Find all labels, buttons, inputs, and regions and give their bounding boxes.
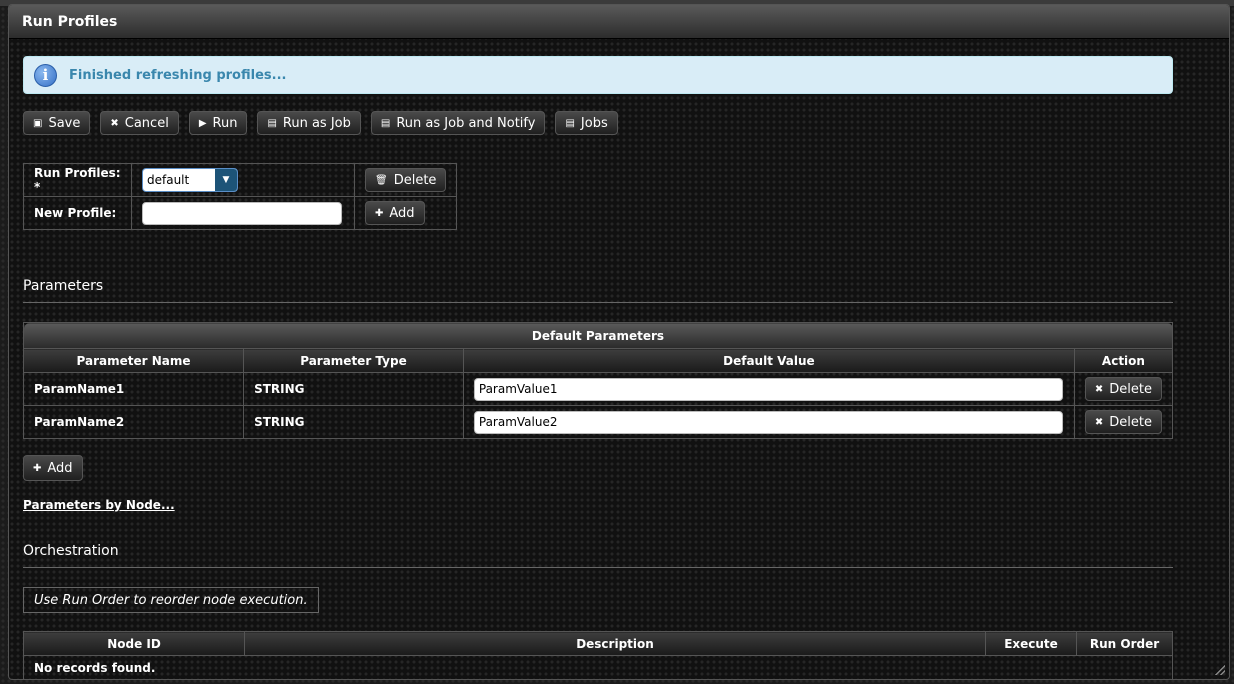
add-profile-label: Add [389,205,415,221]
run-as-job-notify-button[interactable]: ▤ Run as Job and Notify [370,111,546,135]
default-parameters-table: Default Parameters Parameter Name Parame… [22,322,1174,439]
x-icon: ✖ [110,117,119,129]
col-parameter-name[interactable]: Parameter Name [22,348,245,373]
list-icon: ▤ [565,117,575,129]
run-as-job-button-label: Run as Job [282,115,351,131]
profile-select-value: default [147,173,190,187]
param-value-input[interactable] [473,410,1063,434]
info-message-text: Finished refreshing profiles... [69,67,287,83]
dialog-titlebar[interactable]: Run Profiles [9,5,1229,39]
col-execute[interactable]: Execute [985,631,1077,656]
profile-delete-cell: 🗑 Delete [353,163,458,197]
default-parameters-caption: Default Parameters [23,322,1173,349]
col-parameter-type[interactable]: Parameter Type [243,348,464,373]
table-row: ParamName2 STRING ✖ Delete [22,405,1174,439]
run-order-hint: Use Run Order to reorder node execution. [23,587,319,613]
param-type-cell: STRING [243,405,464,439]
plus-icon: ✚ [375,207,384,219]
run-button[interactable]: ▶ Run [188,111,248,135]
action-toolbar: ▣ Save ✖ Cancel ▶ Run ▤ Run as Job ▤ Run… [23,111,618,135]
orchestration-table: Node ID Description Execute Run Order No… [23,631,1173,679]
col-description[interactable]: Description [244,631,986,656]
profile-select-cell: default ▼ [131,163,355,197]
triangle-down-icon[interactable]: ▼ [215,169,237,191]
run-profiles-label: Run Profiles: * [23,163,132,197]
col-default-value[interactable]: Default Value [462,348,1075,373]
jobs-button-label: Jobs [580,115,608,131]
cancel-button[interactable]: ✖ Cancel [100,111,179,135]
col-action[interactable]: Action [1073,348,1174,373]
save-button[interactable]: ▣ Save [23,111,91,135]
x-icon: ✖ [1094,383,1104,395]
profile-select[interactable]: default ▼ [142,168,238,192]
add-profile-button[interactable]: ✚ Add [365,201,425,225]
run-as-job-button[interactable]: ▤ Run as Job [257,111,361,135]
resize-handle-icon[interactable] [1215,665,1225,675]
jobs-button[interactable]: ▤ Jobs [555,111,618,135]
play-icon: ▶ [198,117,207,129]
profile-add-cell: ✚ Add [353,196,458,230]
param-type-cell: STRING [243,372,464,406]
delete-param-label: Delete [1109,414,1152,430]
add-parameter-label: Add [47,460,73,476]
delete-param-button[interactable]: ✖ Delete [1084,410,1162,434]
run-as-job-notify-button-label: Run as Job and Notify [396,115,536,131]
parameters-heading: Parameters [23,278,1173,303]
empty-records-cell: No records found. [23,655,1173,679]
floppy-icon: ▣ [33,117,43,129]
plus-icon: ✚ [33,462,42,474]
param-value-cell [462,405,1075,439]
run-button-label: Run [212,115,238,131]
delete-param-button[interactable]: ✖ Delete [1084,377,1162,401]
list-icon: ▤ [267,117,277,129]
info-icon: i [34,63,57,87]
cancel-button-label: Cancel [124,115,169,131]
x-icon: ✖ [1094,416,1104,428]
save-button-label: Save [48,115,81,131]
run-profiles-dialog: Run Profiles i Finished refreshing profi… [8,4,1230,680]
profile-form: Run Profiles: * default ▼ 🗑 Delete New P… [23,163,458,230]
delete-profile-button[interactable]: 🗑 Delete [365,168,447,192]
dialog-title: Run Profiles [22,13,118,30]
col-run-order[interactable]: Run Order [1076,631,1173,656]
table-row: ParamName1 STRING ✖ Delete [22,372,1174,406]
table-row: No records found. [23,655,1173,679]
param-name-cell: ParamName2 [22,405,245,439]
orchestration-heading: Orchestration [23,543,1173,568]
delete-param-label: Delete [1109,381,1152,397]
new-profile-label: New Profile: [23,196,132,230]
param-value-cell [462,372,1075,406]
param-name-cell: ParamName1 [22,372,245,406]
trash-icon: 🗑 [375,174,388,186]
list-icon: ▤ [380,117,391,129]
new-profile-input-cell [131,196,355,230]
col-node-id[interactable]: Node ID [23,631,245,656]
new-profile-input[interactable] [142,201,342,225]
info-message: i Finished refreshing profiles... [23,56,1173,94]
parameters-by-node-link[interactable]: Parameters by Node... [23,498,175,512]
add-parameter-button[interactable]: ✚ Add [23,455,83,481]
delete-profile-label: Delete [393,172,437,188]
param-value-input[interactable] [473,377,1063,401]
param-action-cell: ✖ Delete [1073,372,1174,406]
param-action-cell: ✖ Delete [1073,405,1174,439]
